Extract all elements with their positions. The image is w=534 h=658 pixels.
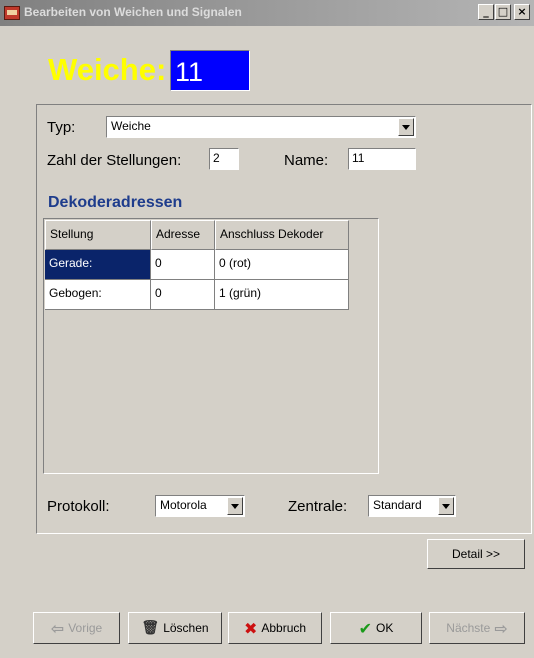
detail-button[interactable]: Detail >> bbox=[427, 539, 525, 569]
row-stellung-cell[interactable]: Gebogen: bbox=[45, 280, 151, 310]
abbruch-button[interactable]: ✖ Abbruch bbox=[228, 612, 322, 644]
chevron-down-icon[interactable] bbox=[398, 118, 414, 136]
detail-button-label: Detail >> bbox=[451, 547, 501, 561]
dekoder-grid[interactable]: Stellung Adresse Anschluss Dekoder Gerad… bbox=[43, 218, 379, 474]
table-row[interactable]: Gebogen: 0 1 (grün) bbox=[45, 280, 351, 310]
chevron-down-icon[interactable] bbox=[438, 497, 454, 515]
column-header-adresse[interactable]: Adresse bbox=[151, 220, 215, 250]
row-adresse-cell[interactable]: 0 bbox=[151, 280, 215, 310]
header-label: Weiche: bbox=[48, 52, 167, 87]
name-label: Name: bbox=[284, 152, 329, 169]
arrow-left-icon: ⇦ bbox=[50, 618, 65, 638]
abbruch-button-label: Abbruch bbox=[261, 621, 307, 635]
row-adresse-cell[interactable]: 0 bbox=[151, 250, 215, 280]
typ-select[interactable]: Weiche bbox=[106, 116, 416, 138]
row-stellung-cell[interactable]: Gerade: bbox=[45, 250, 151, 280]
minimize-button[interactable]: _ bbox=[478, 4, 494, 20]
naechste-button[interactable]: Nächste ⇨ bbox=[429, 612, 525, 644]
chevron-down-icon[interactable] bbox=[227, 497, 243, 515]
vorige-button[interactable]: ⇦ Vorige bbox=[33, 612, 120, 644]
trash-icon: 🗑 bbox=[141, 620, 160, 636]
window-title: Bearbeiten von Weichen und Signalen bbox=[24, 5, 242, 19]
row-anschluss-cell[interactable]: 0 (rot) bbox=[215, 250, 349, 280]
checkmark-icon: ✔ bbox=[358, 618, 373, 638]
loeschen-button-label: Löschen bbox=[163, 621, 209, 635]
column-header-anschluss[interactable]: Anschluss Dekoder bbox=[215, 220, 349, 250]
loeschen-button[interactable]: 🗑 Löschen bbox=[128, 612, 222, 644]
header-value: 11 bbox=[170, 50, 250, 91]
zentrale-label: Zentrale: bbox=[288, 498, 348, 515]
name-field[interactable]: 11 bbox=[348, 148, 416, 170]
ok-button-label: OK bbox=[376, 621, 394, 635]
vorige-button-label: Vorige bbox=[68, 621, 103, 635]
naechste-button-label: Nächste bbox=[446, 621, 491, 635]
grid-header-row: Stellung Adresse Anschluss Dekoder bbox=[45, 220, 351, 250]
zentrale-select-value: Standard bbox=[373, 498, 422, 512]
stellungen-label: Zahl der Stellungen: bbox=[47, 152, 182, 169]
cancel-x-icon: ✖ bbox=[243, 618, 258, 638]
app-icon bbox=[4, 6, 20, 20]
protokoll-select[interactable]: Motorola bbox=[155, 495, 245, 517]
dialog-window: Bearbeiten von Weichen und Signalen _ □ … bbox=[0, 0, 534, 658]
maximize-button[interactable]: □ bbox=[495, 4, 511, 20]
title-bar[interactable]: Bearbeiten von Weichen und Signalen _ □ … bbox=[0, 0, 534, 26]
ok-button[interactable]: ✔ OK bbox=[330, 612, 422, 644]
arrow-right-icon: ⇨ bbox=[494, 618, 508, 638]
column-header-stellung[interactable]: Stellung bbox=[45, 220, 151, 250]
zentrale-select[interactable]: Standard bbox=[368, 495, 456, 517]
dekoder-section-title: Dekoderadressen bbox=[48, 194, 183, 211]
typ-select-value: Weiche bbox=[111, 119, 151, 133]
row-anschluss-cell[interactable]: 1 (grün) bbox=[215, 280, 349, 310]
protokoll-select-value: Motorola bbox=[160, 498, 207, 512]
stellungen-field[interactable]: 2 bbox=[209, 148, 239, 170]
close-button[interactable]: × bbox=[514, 4, 530, 20]
protokoll-label: Protokoll: bbox=[47, 498, 110, 515]
typ-label: Typ: bbox=[47, 119, 76, 136]
table-row[interactable]: Gerade: 0 0 (rot) bbox=[45, 250, 351, 280]
